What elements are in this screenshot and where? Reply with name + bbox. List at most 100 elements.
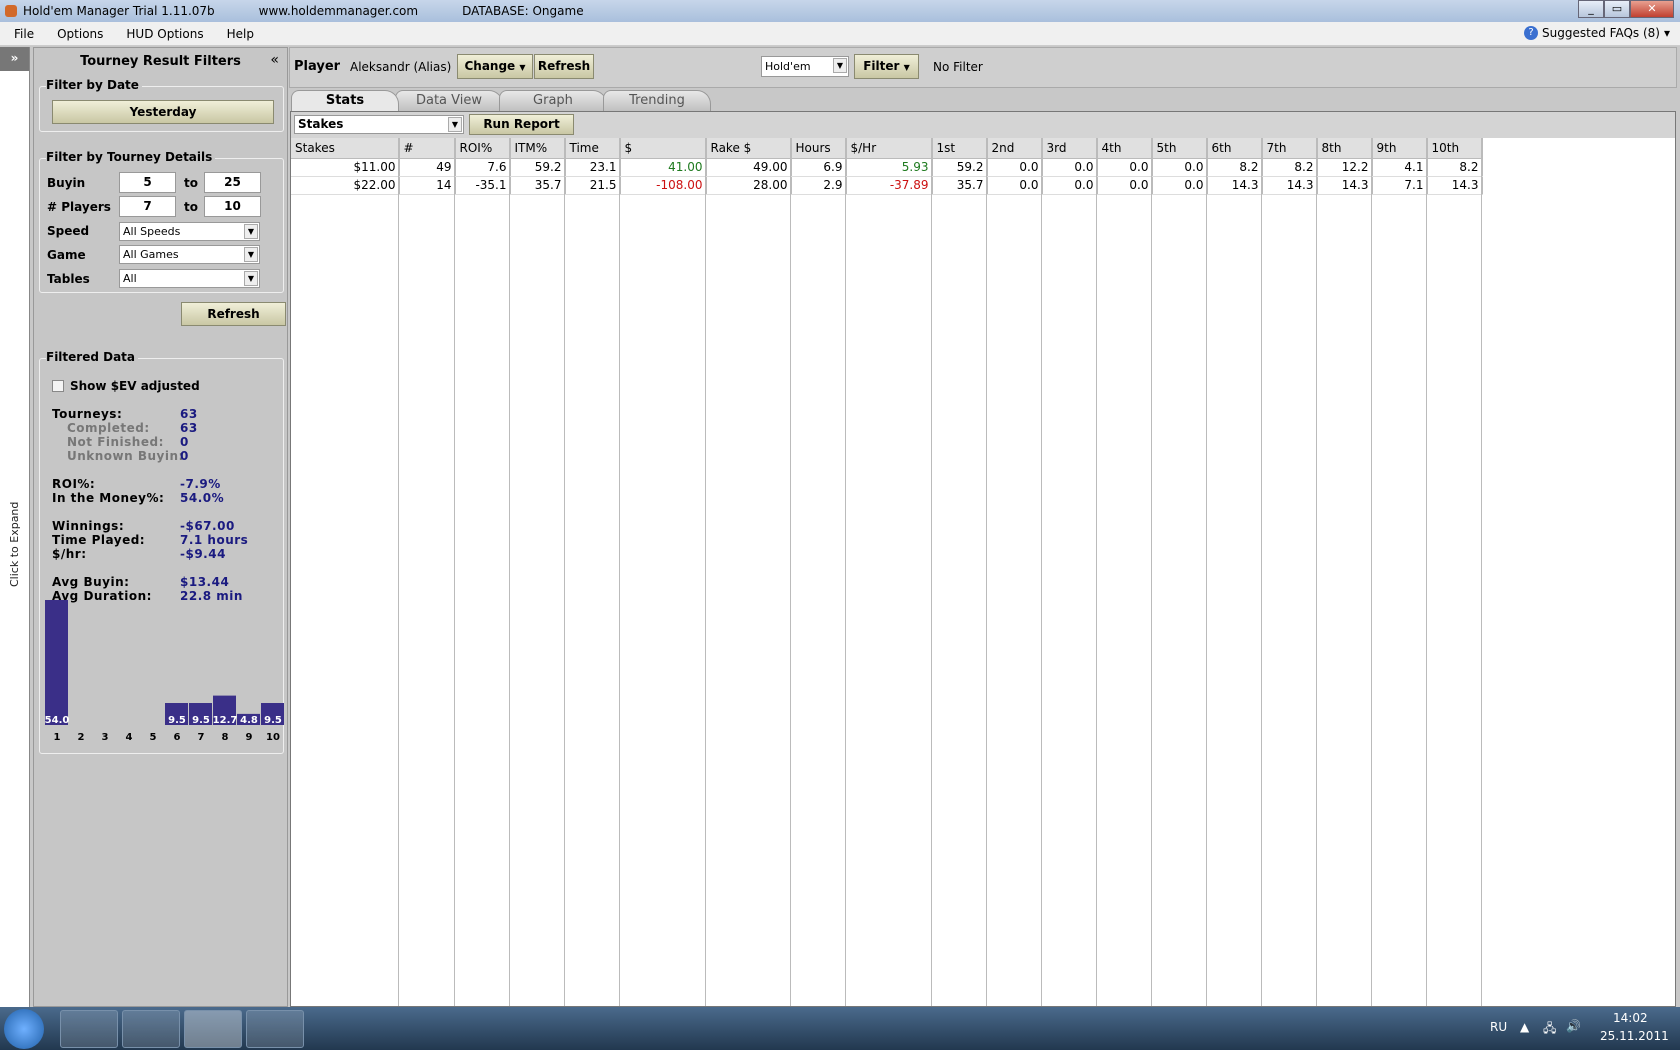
taskbar-explorer-icon[interactable] — [60, 1010, 118, 1048]
help-icon: ? — [1524, 26, 1539, 40]
column-header[interactable]: 2nd — [987, 138, 1043, 159]
table-cell: 14.3 — [1317, 176, 1373, 195]
menu-hud-options[interactable]: HUD Options — [112, 27, 212, 41]
tables-select[interactable]: All ▼ — [119, 269, 260, 288]
tab-stats[interactable]: Stats — [291, 90, 399, 111]
column-header[interactable]: 1st — [932, 138, 988, 159]
yesterday-button[interactable]: Yesterday — [52, 100, 274, 124]
volume-icon[interactable]: 🔊 — [1566, 1019, 1581, 1033]
stat-label: $/hr: — [52, 547, 87, 561]
players-min-input[interactable]: 7 — [119, 196, 176, 217]
menu-help[interactable]: Help — [213, 27, 263, 41]
taskbar-app-icon[interactable] — [246, 1010, 304, 1048]
table-cell: 59.2 — [510, 158, 566, 177]
table-cell: 0.0 — [987, 158, 1043, 177]
speed-select[interactable]: All Speeds ▼ — [119, 222, 260, 241]
player-refresh-button[interactable]: Refresh — [534, 54, 594, 79]
chevron-down-icon: ▼ — [244, 224, 258, 239]
chevron-down-icon: ▼ — [519, 63, 526, 72]
change-player-button[interactable]: Change ▼ — [457, 54, 533, 79]
column-header[interactable]: 6th — [1207, 138, 1263, 159]
filters-refresh-button[interactable]: Refresh — [181, 302, 286, 326]
run-report-button[interactable]: Run Report — [469, 114, 574, 135]
clock-time[interactable]: 14:02 — [1613, 1011, 1648, 1025]
ev-adjusted-checkbox[interactable]: Show $EV adjusted — [52, 379, 200, 393]
ev-label: Show $EV adjusted — [70, 379, 200, 393]
click-to-expand-label[interactable]: Click to Expand — [8, 502, 21, 587]
speed-label: Speed — [47, 224, 90, 238]
table-cell: 14.3 — [1262, 176, 1318, 195]
players-max-input[interactable]: 10 — [204, 196, 261, 217]
network-icon[interactable]: 🖧 — [1543, 1019, 1556, 1040]
column-header[interactable]: Stakes — [291, 138, 400, 159]
menu-options[interactable]: Options — [43, 27, 112, 41]
expand-strip[interactable]: » Click to Expand — [0, 47, 30, 1007]
filters-sidebar: Tourney Result Filters « Filter by Date … — [33, 47, 288, 1007]
maximize-button[interactable]: ▭ — [1604, 0, 1630, 18]
column-header[interactable]: $ — [620, 138, 707, 159]
table-cell: 0.0 — [1042, 176, 1098, 195]
stat-value: -$67.00 — [180, 519, 235, 533]
bar-value-label: 9.5 — [264, 715, 282, 726]
stat-label: Winnings: — [52, 519, 125, 533]
column-header[interactable]: 4th — [1097, 138, 1153, 159]
column-header[interactable]: # — [399, 138, 456, 159]
table-cell: 0.0 — [1152, 176, 1208, 195]
finish-histogram: 54.0 1 2 3 4 5 9.5 6 9.5 7 12.7 8 4.8 9 9.5 10 — [45, 600, 284, 743]
table-row[interactable]: $11.00 49 7.6 59.2 23.1 41.00 49.00 6.9 5.93 59.2… — [291, 158, 1483, 177]
column-header[interactable]: Rake $ — [706, 138, 792, 159]
taskbar-firefox-icon[interactable] — [122, 1010, 180, 1048]
chevron-down-icon: ▼ — [244, 271, 258, 286]
table-cell: 23.1 — [565, 158, 621, 177]
tab-graph[interactable]: Graph — [499, 90, 607, 111]
group-by-select[interactable]: Stakes ▼ — [294, 115, 464, 134]
column-header[interactable]: 5th — [1152, 138, 1208, 159]
column-header[interactable]: 9th — [1372, 138, 1428, 159]
collapse-icon[interactable]: « — [270, 52, 279, 68]
suggested-faqs[interactable]: ? Suggested FAQs (8) ▾ — [1524, 26, 1670, 40]
histogram-category-label: 1 — [54, 732, 61, 743]
stat-value: 54.0% — [180, 491, 225, 505]
show-hidden-icons-icon[interactable]: ▲ — [1520, 1020, 1529, 1034]
group-legend: Filtered Data — [46, 350, 139, 364]
game-type-select[interactable]: Hold'em ▼ — [761, 56, 849, 77]
histogram-category-label: 10 — [266, 732, 280, 743]
table-cell: 7.1 — [1372, 176, 1428, 195]
filter-button[interactable]: Filter ▼ — [854, 54, 919, 79]
clock-date[interactable]: 25.11.2011 — [1600, 1029, 1669, 1043]
table-cell: 7.6 — [455, 158, 511, 177]
table-row[interactable]: $22.00 14 -35.1 35.7 21.5 -108.00 28.00 2.9 -37.… — [291, 176, 1483, 195]
language-indicator[interactable]: RU — [1490, 1020, 1507, 1034]
minimize-button[interactable]: _ — [1578, 0, 1604, 18]
menu-file[interactable]: File — [0, 27, 43, 41]
column-header[interactable]: ITM% — [510, 138, 566, 159]
buyin-max-input[interactable]: 25 — [204, 172, 261, 193]
tab-data-view[interactable]: Data View — [395, 90, 503, 111]
column-header[interactable]: ROI% — [455, 138, 511, 159]
bar-value-label: 12.7 — [213, 715, 238, 726]
stat-label: Time Played: — [52, 533, 146, 547]
column-header[interactable]: $/Hr — [846, 138, 933, 159]
table-cell: 5.93 — [846, 158, 933, 177]
game-select[interactable]: All Games ▼ — [119, 245, 260, 264]
taskbar-holdem-manager-icon[interactable] — [184, 1010, 242, 1048]
expand-icon[interactable]: » — [0, 47, 29, 71]
column-header[interactable]: Hours — [791, 138, 847, 159]
start-button[interactable] — [4, 1009, 44, 1049]
column-header[interactable]: Time — [565, 138, 621, 159]
tourney-details-group: Filter by Tourney Details Buyin 5 to 25 … — [39, 150, 284, 293]
histogram-bar — [45, 600, 68, 725]
bar-value-label: 4.8 — [240, 715, 258, 726]
checkbox-icon[interactable] — [52, 380, 64, 392]
close-button[interactable]: ✕ — [1630, 0, 1674, 18]
buyin-min-input[interactable]: 5 — [119, 172, 176, 193]
column-header[interactable]: 8th — [1317, 138, 1373, 159]
app-logo-icon — [5, 5, 17, 17]
column-header[interactable]: 10th — [1427, 138, 1483, 159]
table-cell: -35.1 — [455, 176, 511, 195]
table-cell: 49.00 — [706, 158, 792, 177]
tab-trending[interactable]: Trending — [603, 90, 711, 111]
column-header[interactable]: 3rd — [1042, 138, 1098, 159]
histogram-category-label: 8 — [222, 732, 229, 743]
column-header[interactable]: 7th — [1262, 138, 1318, 159]
